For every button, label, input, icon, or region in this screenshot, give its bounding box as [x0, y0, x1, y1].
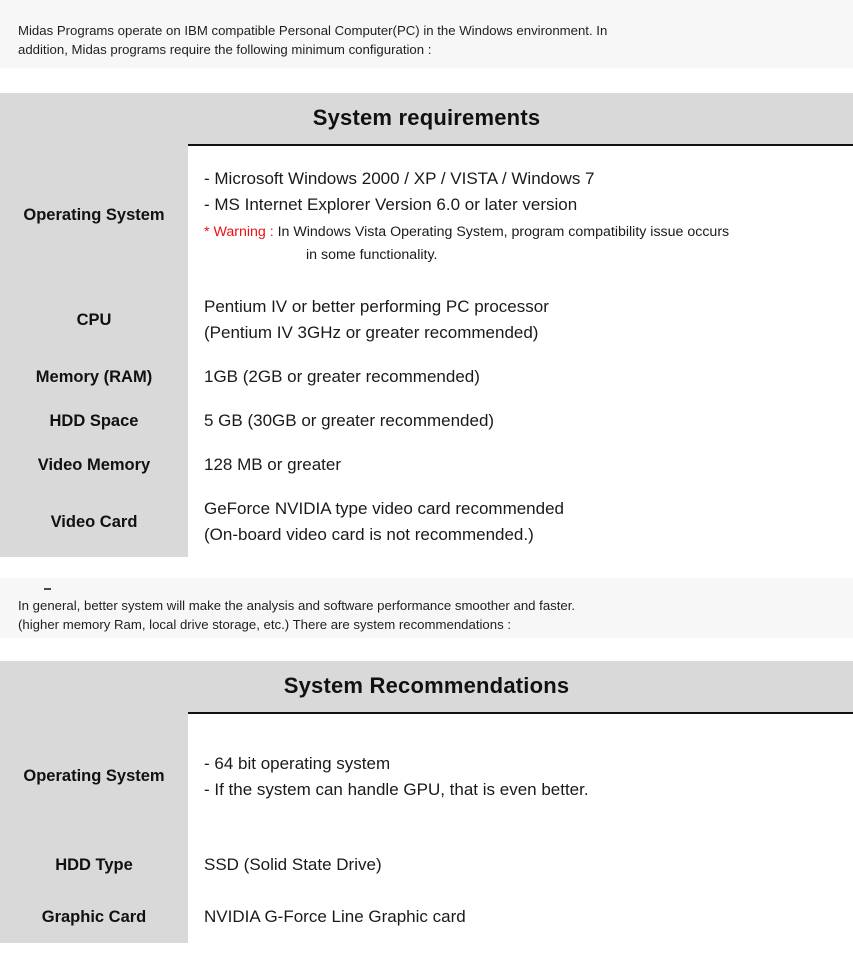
system-recommendations-title: System Recommendations — [0, 661, 853, 713]
system-requirements-title: System requirements — [0, 93, 853, 145]
row-value-graphic-card: NVIDIA G-Force Line Graphic card — [188, 891, 853, 943]
row-value-hdd-type: SSD (Solid State Drive) — [188, 839, 853, 891]
table-row: Operating System - Microsoft Windows 200… — [0, 144, 853, 285]
intro-line-1: Midas Programs operate on IBM compatible… — [18, 23, 608, 38]
value-line: (On-board video card is not recommended.… — [204, 525, 534, 544]
value-line: GeForce NVIDIA type video card recommend… — [204, 499, 564, 518]
value-line: - If the system can handle GPU, that is … — [204, 779, 589, 799]
stray-dash-artifact — [44, 588, 51, 590]
middle-note-line-1: In general, better system will make the … — [18, 598, 576, 613]
table-row: Operating System - 64 bit operating syst… — [0, 712, 853, 839]
row-label-video-card: Video Card — [0, 487, 188, 557]
middle-note-line-2: (higher memory Ram, local drive storage,… — [18, 617, 512, 632]
row-value-video-memory: 128 MB or greater — [188, 443, 853, 487]
value-line: - MS Internet Explorer Version 6.0 or la… — [204, 194, 578, 214]
warning-flag-label: * Warning : — [204, 223, 274, 240]
value-line: 128 MB or greater — [204, 455, 342, 474]
table-row: Graphic Card NVIDIA G-Force Line Graphic… — [0, 891, 853, 943]
value-line: Pentium IV or better performing PC proce… — [204, 297, 549, 316]
row-label-cpu: CPU — [0, 285, 188, 355]
row-label-operating-system-rec: Operating System — [0, 713, 188, 839]
row-value-cpu: Pentium IV or better performing PC proce… — [188, 285, 853, 355]
table-title-row: System requirements — [0, 93, 853, 145]
value-line: - 64 bit operating system — [204, 753, 391, 773]
table-row: CPU Pentium IV or better performing PC p… — [0, 285, 853, 355]
table-row: HDD Type SSD (Solid State Drive) — [0, 839, 853, 891]
row-label-memory-ram: Memory (RAM) — [0, 355, 188, 399]
value-line: (Pentium IV 3GHz or greater recommended) — [204, 323, 539, 342]
row-value-hdd-space: 5 GB (30GB or greater recommended) — [188, 399, 853, 443]
table-title-row: System Recommendations — [0, 661, 853, 713]
value-line: 1GB (2GB or greater recommended) — [204, 367, 480, 386]
system-recommendations-table: System Recommendations Operating System … — [0, 661, 853, 943]
row-label-hdd-space: HDD Space — [0, 399, 188, 443]
row-label-hdd-type: HDD Type — [0, 839, 188, 891]
value-line: SSD (Solid State Drive) — [204, 855, 382, 874]
row-label-video-memory: Video Memory — [0, 443, 188, 487]
intro-note-block: Midas Programs operate on IBM compatible… — [0, 0, 853, 68]
value-line: 5 GB (30GB or greater recommended) — [204, 411, 495, 430]
row-value-operating-system-rec: - 64 bit operating system - If the syste… — [188, 712, 853, 839]
table-row: Video Memory 128 MB or greater — [0, 443, 853, 487]
table-row: HDD Space 5 GB (30GB or greater recommen… — [0, 399, 853, 443]
row-value-video-card: GeForce NVIDIA type video card recommend… — [188, 487, 853, 557]
warning-text: In Windows Vista Operating System, progr… — [273, 223, 730, 240]
row-label-operating-system: Operating System — [0, 145, 188, 285]
row-value-operating-system: - Microsoft Windows 2000 / XP / VISTA / … — [188, 144, 853, 285]
table-row: Video Card GeForce NVIDIA type video car… — [0, 487, 853, 557]
row-label-graphic-card: Graphic Card — [0, 891, 188, 943]
value-line: - Microsoft Windows 2000 / XP / VISTA / … — [204, 168, 595, 188]
table-row: Memory (RAM) 1GB (2GB or greater recomme… — [0, 355, 853, 399]
vista-warning-note: * Warning : In Windows Vista Operating S… — [204, 224, 853, 266]
system-requirements-table: System requirements Operating System - M… — [0, 93, 853, 557]
middle-note-block: In general, better system will make the … — [0, 578, 853, 638]
warning-text-second-line: in some functionality. — [306, 246, 438, 263]
value-line: NVIDIA G-Force Line Graphic card — [204, 907, 466, 926]
row-value-memory-ram: 1GB (2GB or greater recommended) — [188, 355, 853, 399]
intro-line-2: addition, Midas programs require the fol… — [18, 42, 432, 57]
